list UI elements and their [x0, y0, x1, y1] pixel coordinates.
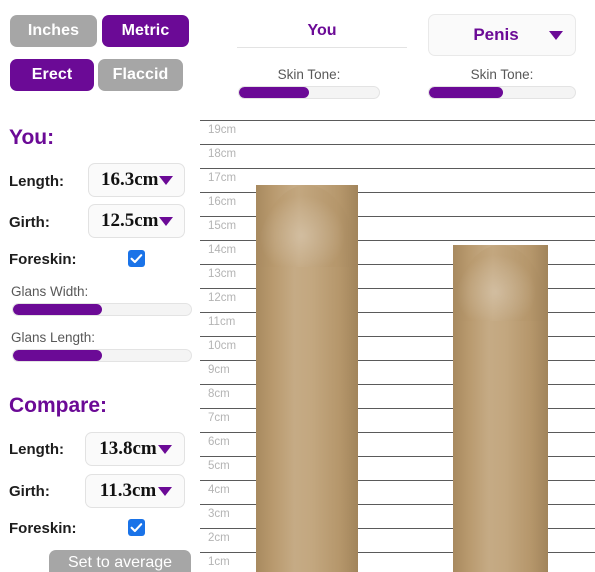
glans-length-slider-fill [13, 350, 102, 361]
chevron-down-icon [158, 444, 172, 454]
controls-panel: Inches Metric Erect Flaccid You: Length:… [0, 0, 200, 572]
chevron-down-icon [158, 175, 173, 185]
you-length-value: 16.3cm [101, 169, 159, 190]
compare-subject-value: Penis [473, 25, 519, 44]
skin-tone-slider-you[interactable] [238, 86, 380, 99]
tick-label: 6cm [208, 436, 230, 448]
compare-foreskin-checkbox[interactable] [128, 519, 145, 536]
tick-label: 9cm [208, 364, 230, 376]
tick-label: 4cm [208, 484, 230, 496]
check-icon [130, 523, 143, 533]
penis-shape-you [256, 184, 358, 572]
gridline [200, 144, 595, 145]
tick-label: 5cm [208, 460, 230, 472]
tick-label: 11cm [208, 316, 236, 328]
glans-width-slider-fill [13, 304, 102, 315]
tick-label: 16cm [208, 196, 237, 208]
tick-label: 18cm [208, 148, 237, 160]
compare-length-value: 13.8cm [99, 438, 157, 459]
compare-girth-select[interactable]: 11.3cm [85, 474, 185, 508]
chevron-down-icon [549, 30, 563, 40]
tick-label: 10cm [208, 340, 237, 352]
compare-section-title: Compare: [9, 394, 108, 417]
tick-label: 2cm [208, 532, 230, 544]
units-inches-button[interactable]: Inches [10, 15, 97, 47]
penis-shape-penis [453, 244, 548, 572]
glans-length-slider[interactable] [12, 349, 192, 362]
gridline [200, 168, 595, 169]
you-length-select[interactable]: 16.3cm [88, 163, 185, 197]
glans-width-label: Glans Width: [11, 284, 89, 299]
you-girth-select[interactable]: 12.5cm [88, 204, 185, 238]
skin-tone-slider-compare[interactable] [428, 86, 576, 99]
set-to-average-button[interactable]: Set to average [49, 550, 191, 572]
you-section-title: You: [9, 126, 55, 149]
state-flaccid-button[interactable]: Flaccid [98, 59, 183, 91]
skin-tone-slider-you-fill [239, 87, 309, 98]
tick-label: 8cm [208, 388, 230, 400]
chevron-down-icon [158, 216, 173, 226]
check-icon [130, 254, 143, 264]
state-erect-button[interactable]: Erect [10, 59, 94, 91]
compare-length-select[interactable]: 13.8cm [85, 432, 185, 466]
compare-foreskin-label: Foreskin: [9, 520, 77, 537]
you-foreskin-checkbox[interactable] [128, 250, 145, 267]
you-girth-value: 12.5cm [101, 210, 159, 231]
tick-label: 17cm [208, 172, 237, 184]
compare-subject-dropdown[interactable]: Penis [428, 14, 576, 56]
tick-label: 19cm [208, 124, 237, 136]
tick-label: 1cm [208, 556, 230, 568]
tick-label: 3cm [208, 508, 230, 520]
tick-label: 14cm [208, 244, 237, 256]
chevron-down-icon [158, 486, 172, 496]
you-length-label: Length: [9, 173, 64, 190]
tick-label: 7cm [208, 412, 230, 424]
tick-label: 12cm [208, 292, 237, 304]
you-girth-label: Girth: [9, 214, 50, 231]
tab-you[interactable]: You [237, 14, 407, 48]
glans-length-label: Glans Length: [11, 330, 96, 345]
compare-length-label: Length: [9, 441, 64, 458]
units-metric-button[interactable]: Metric [102, 15, 189, 47]
size-comparison-chart: 19cm 18cm 17cm 16cm 15cm 14cm 13cm 12cm 11cm 10cm… [200, 118, 595, 572]
penis-size-comparison-app: Inches Metric Erect Flaccid You: Length:… [0, 0, 595, 572]
gridline [200, 120, 595, 121]
tick-label: 15cm [208, 220, 237, 232]
compare-girth-label: Girth: [9, 483, 50, 500]
skin-tone-slider-compare-fill [429, 87, 504, 98]
glans-width-slider[interactable] [12, 303, 192, 316]
tick-label: 13cm [208, 268, 237, 280]
you-foreskin-label: Foreskin: [9, 251, 77, 268]
skin-tone-label-compare: Skin Tone: [470, 67, 534, 82]
visualization-panel: You Penis Skin Tone: Skin Tone: 19cm 18cm… [200, 0, 595, 572]
skin-tone-label-you: Skin Tone: [277, 67, 341, 82]
compare-girth-value: 11.3cm [99, 480, 157, 501]
